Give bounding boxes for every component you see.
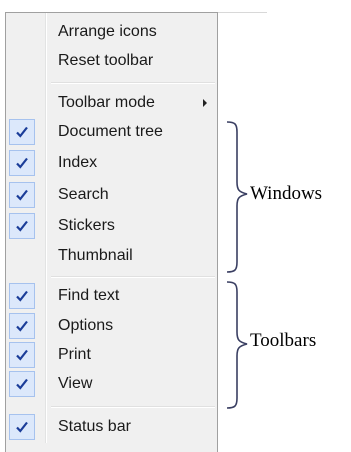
menu-item-view[interactable]: View bbox=[6, 369, 216, 399]
menu-separator bbox=[51, 82, 215, 84]
menu-item-label: View bbox=[58, 375, 93, 392]
menu-item-label: Stickers bbox=[58, 217, 115, 234]
menu-item-toolbar-mode[interactable]: Toolbar mode bbox=[6, 88, 216, 118]
menu-item-reset-toolbar[interactable]: Reset toolbar bbox=[6, 46, 216, 76]
windows-group-label: Windows bbox=[250, 183, 323, 204]
menu-item-label: Find text bbox=[58, 287, 120, 304]
checkmark-icon bbox=[9, 213, 35, 239]
checkmark-icon bbox=[9, 119, 35, 145]
checkmark-icon bbox=[9, 283, 35, 309]
menu-item-options[interactable]: Options bbox=[6, 311, 216, 341]
menu-item-label: Options bbox=[58, 317, 114, 334]
menu-item-label: Index bbox=[58, 154, 98, 171]
checkmark-icon bbox=[9, 371, 35, 397]
menu-item-label: Document tree bbox=[58, 123, 163, 140]
menu-item-index[interactable]: Index bbox=[6, 148, 216, 178]
menu-item-stickers[interactable]: Stickers bbox=[6, 211, 216, 241]
menu-separator bbox=[51, 406, 215, 408]
menu-item-label: Print bbox=[58, 346, 91, 363]
menu-item-print[interactable]: Print bbox=[6, 340, 216, 370]
menu-item-arrange-icons[interactable]: Arrange icons bbox=[6, 17, 216, 47]
menu-item-status-bar[interactable]: Status bar bbox=[6, 412, 216, 442]
menu-item-search[interactable]: Search bbox=[6, 180, 216, 210]
menu-item-label: Thumbnail bbox=[58, 247, 133, 264]
checkmark-icon bbox=[9, 342, 35, 368]
menu-separator bbox=[51, 276, 215, 278]
checkmark-icon bbox=[9, 150, 35, 176]
checkmark-icon bbox=[9, 414, 35, 440]
menu-item-find-text[interactable]: Find text bbox=[6, 281, 216, 311]
toolbars-group-label: Toolbars bbox=[250, 330, 317, 351]
menu-item-label: Reset toolbar bbox=[58, 52, 154, 69]
menu-item-label: Status bar bbox=[58, 418, 131, 435]
menu-item-label: Arrange icons bbox=[58, 23, 157, 40]
submenu-arrow-icon bbox=[203, 99, 207, 107]
menu-item-document-tree[interactable]: Document tree bbox=[6, 117, 216, 147]
checkmark-icon bbox=[9, 313, 35, 339]
menu-item-label: Search bbox=[58, 186, 109, 203]
menu-item-label: Toolbar mode bbox=[58, 94, 155, 111]
menu-top-edge bbox=[218, 12, 267, 13]
checkmark-icon bbox=[9, 182, 35, 208]
menu-item-thumbnail[interactable]: Thumbnail bbox=[6, 241, 216, 271]
